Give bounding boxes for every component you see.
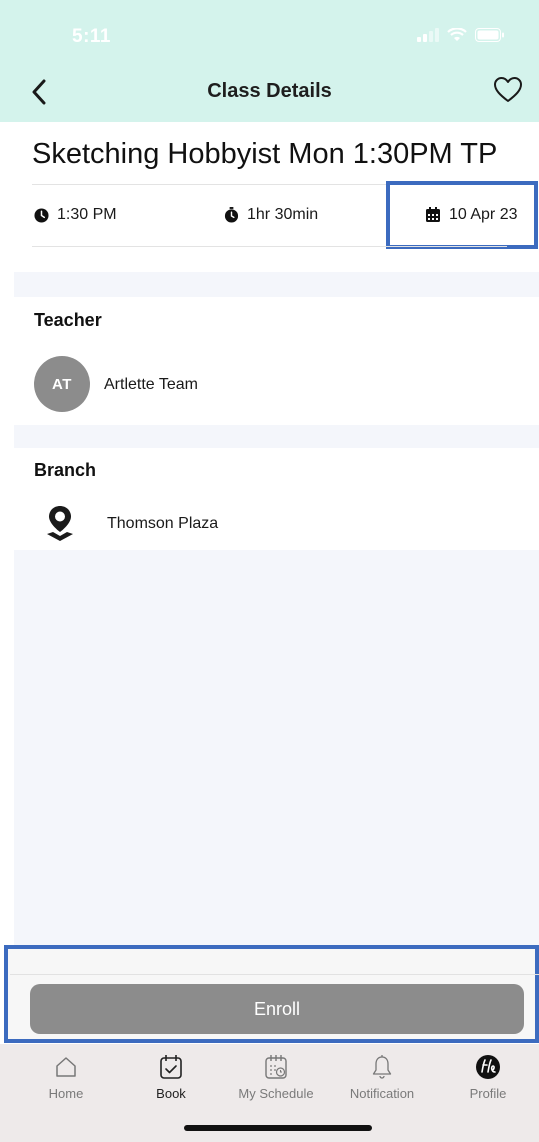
heart-outline-icon [494, 77, 522, 102]
teacher-name: Artlette Team [104, 376, 198, 393]
tab-notification[interactable]: Notification [334, 1054, 430, 1101]
tab-my-schedule-label: My Schedule [238, 1086, 314, 1101]
battery-icon [475, 28, 504, 42]
branch-section-title: Branch [34, 460, 97, 480]
class-time: 1:30 PM [34, 206, 117, 224]
class-time-label: 1:30 PM [57, 206, 117, 223]
tab-book-label: Book [156, 1086, 186, 1101]
section-separator [14, 425, 539, 448]
page-title: Class Details [207, 80, 332, 102]
class-title: Sketching Hobbyist Mon 1:30PM TP [32, 138, 498, 170]
bell-icon [372, 1055, 392, 1079]
tab-book[interactable]: Book [123, 1054, 219, 1101]
teacher-section-title: Teacher [34, 310, 102, 330]
stopwatch-icon [224, 207, 239, 223]
tab-my-schedule[interactable]: My Schedule [228, 1054, 324, 1101]
branch-name: Thomson Plaza [107, 515, 219, 532]
home-icon [56, 1057, 76, 1077]
tab-bar: Home Book My Schedule Notification Profi… [0, 1044, 539, 1142]
tab-notification-label: Notification [349, 1086, 415, 1101]
section-separator [14, 272, 539, 297]
tab-profile[interactable]: Profile [440, 1054, 536, 1101]
clock-icon [34, 207, 49, 223]
header-bar: Class Details [0, 62, 539, 122]
status-icons [417, 28, 505, 42]
tab-profile-label: Profile [469, 1086, 507, 1101]
tab-home-label: Home [48, 1086, 84, 1101]
calendar-check-icon [160, 1055, 182, 1079]
home-indicator [184, 1125, 372, 1131]
divider [10, 974, 539, 975]
wifi-icon [447, 28, 467, 41]
calendar-clock-icon [265, 1055, 287, 1079]
divider [32, 246, 507, 247]
enroll-button[interactable]: Enroll [30, 984, 524, 1034]
tab-home[interactable]: Home [18, 1054, 114, 1101]
teacher-avatar: AT [34, 356, 90, 412]
favorite-button[interactable] [493, 76, 523, 106]
content-background [14, 550, 539, 945]
location-pin-icon [47, 506, 73, 541]
class-duration-label: 1hr 30min [247, 206, 319, 223]
class-duration: 1hr 30min [224, 206, 318, 224]
signal-icon [417, 28, 439, 42]
status-time: 5:11 [72, 26, 111, 47]
profile-logo-icon [476, 1055, 500, 1079]
date-highlight-box [386, 181, 538, 249]
